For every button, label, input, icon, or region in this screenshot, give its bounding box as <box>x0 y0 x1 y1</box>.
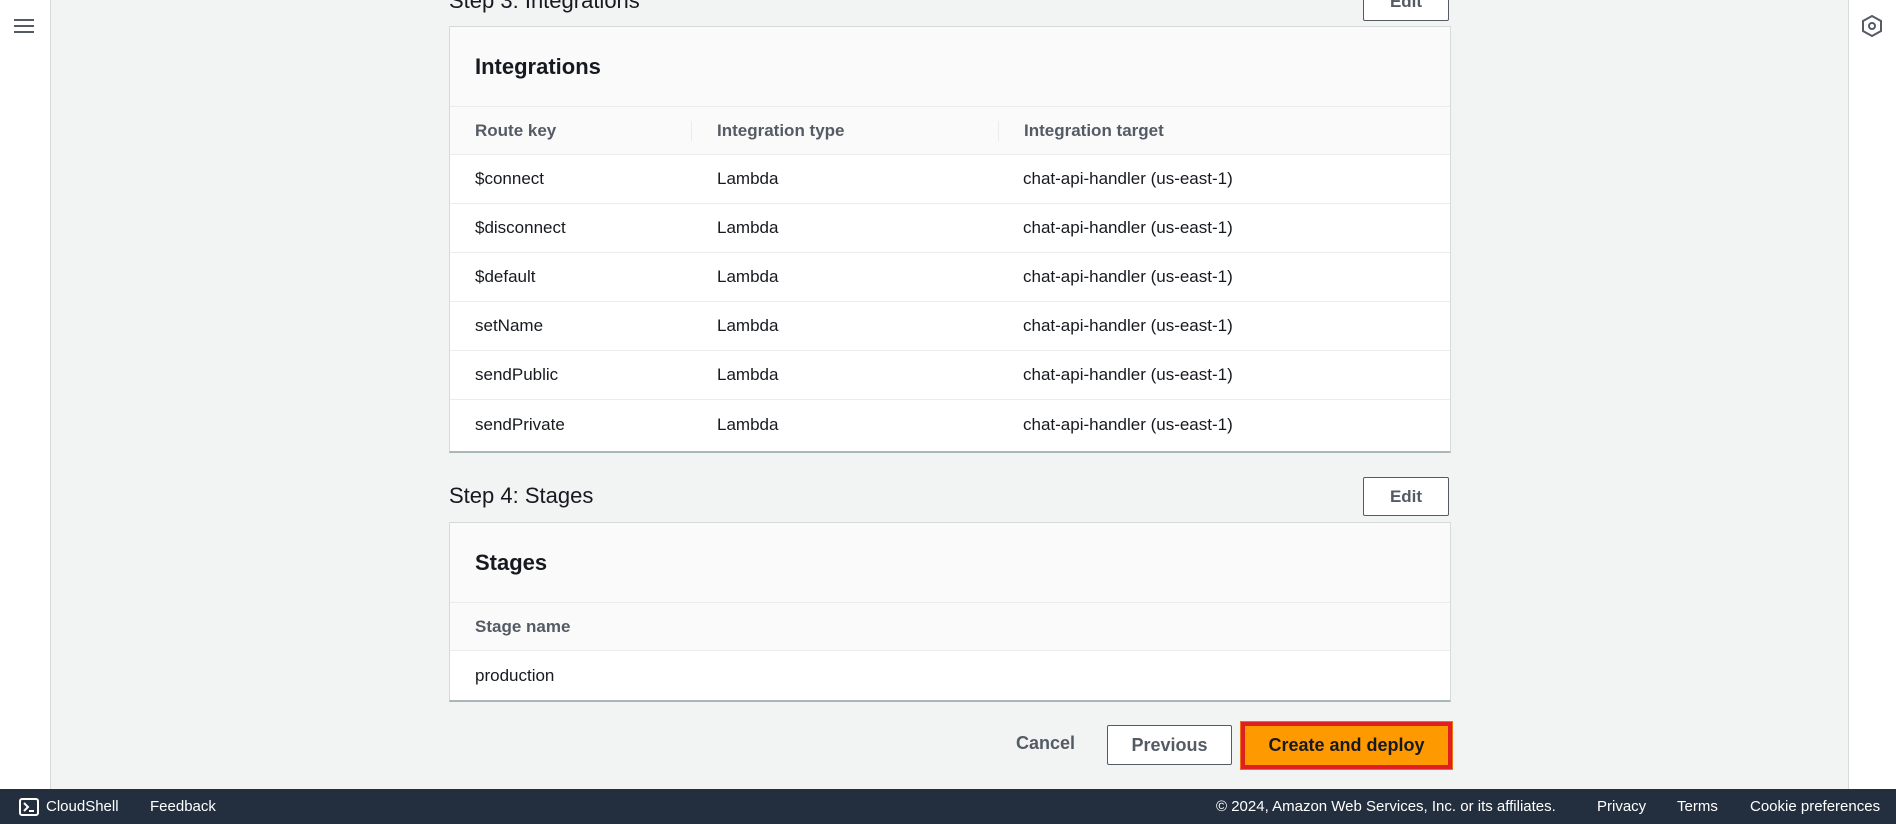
integration-target-cell: chat-api-handler (us-east-1) <box>1023 267 1233 286</box>
integration-target-cell: chat-api-handler (us-east-1) <box>1023 414 1233 434</box>
integrations-panel-title: Integrations <box>475 53 601 79</box>
integrations-table-header: Route key Integration type Integration t… <box>450 107 1450 155</box>
integration-target-cell: chat-api-handler (us-east-1) <box>1023 218 1233 237</box>
stage-name-cell: production <box>475 665 555 685</box>
route-key-cell: $connect <box>475 169 544 188</box>
cloudshell-link[interactable]: CloudShell <box>46 798 119 815</box>
cookie-preferences-link[interactable]: Cookie preferences <box>1750 798 1880 815</box>
route-key-cell: setName <box>475 316 544 335</box>
hexagon-help-icon[interactable] <box>1860 14 1884 38</box>
terms-link[interactable]: Terms <box>1677 798 1718 815</box>
integration-type-cell: Lambda <box>717 316 779 335</box>
right-tools-rail <box>1848 0 1896 789</box>
table-row: sendPrivate Lambda chat-api-handler (us-… <box>450 400 1450 449</box>
column-header-integration-target[interactable]: Integration target <box>998 120 1450 141</box>
route-key-cell: sendPublic <box>475 365 559 384</box>
step-3-title: Step 3: Integrations <box>449 0 640 13</box>
integration-target-cell: chat-api-handler (us-east-1) <box>1023 169 1233 188</box>
table-row: $default Lambda chat-api-handler (us-eas… <box>450 253 1450 302</box>
route-key-cell: $disconnect <box>475 218 566 237</box>
integration-target-cell: chat-api-handler (us-east-1) <box>1023 365 1233 384</box>
previous-button[interactable]: Previous <box>1107 725 1232 765</box>
integration-target-cell: chat-api-handler (us-east-1) <box>1023 316 1233 335</box>
console-footer: CloudShell Feedback © 2024, Amazon Web S… <box>0 789 1896 824</box>
integration-type-cell: Lambda <box>717 169 779 188</box>
integrations-panel: Integrations Route key Integration type … <box>449 26 1451 453</box>
table-row: $disconnect Lambda chat-api-handler (us-… <box>450 204 1450 253</box>
integration-type-cell: Lambda <box>717 414 779 434</box>
hamburger-menu-icon[interactable] <box>14 16 36 36</box>
cancel-button[interactable]: Cancel <box>1016 733 1075 754</box>
privacy-link[interactable]: Privacy <box>1597 798 1646 815</box>
column-header-route-key[interactable]: Route key <box>450 121 691 141</box>
table-row: production <box>450 651 1450 700</box>
column-header-integration-type[interactable]: Integration type <box>691 120 998 141</box>
edit-stages-button[interactable]: Edit <box>1363 477 1449 516</box>
feedback-link[interactable]: Feedback <box>150 798 216 815</box>
integrations-panel-header: Integrations <box>450 27 1450 107</box>
table-row: sendPublic Lambda chat-api-handler (us-e… <box>450 351 1450 400</box>
stages-panel: Stages Stage name production <box>449 522 1451 702</box>
stages-panel-header: Stages <box>450 523 1450 603</box>
copyright-text: © 2024, Amazon Web Services, Inc. or its… <box>1216 798 1556 815</box>
edit-integrations-button[interactable]: Edit <box>1363 0 1449 21</box>
stages-table-header: Stage name <box>450 603 1450 651</box>
left-navigation-rail <box>0 0 51 789</box>
integration-type-cell: Lambda <box>717 218 779 237</box>
table-row: $connect Lambda chat-api-handler (us-eas… <box>450 155 1450 204</box>
create-and-deploy-button[interactable]: Create and deploy <box>1240 721 1453 770</box>
route-key-cell: $default <box>475 267 536 286</box>
stages-panel-title: Stages <box>475 549 548 575</box>
integration-type-cell: Lambda <box>717 365 779 384</box>
step-4-title: Step 4: Stages <box>449 483 594 508</box>
route-key-cell: sendPrivate <box>475 414 565 434</box>
integration-type-cell: Lambda <box>717 267 779 286</box>
terminal-icon[interactable] <box>19 798 39 816</box>
column-header-stage-name[interactable]: Stage name <box>450 617 691 637</box>
table-row: setName Lambda chat-api-handler (us-east… <box>450 302 1450 351</box>
